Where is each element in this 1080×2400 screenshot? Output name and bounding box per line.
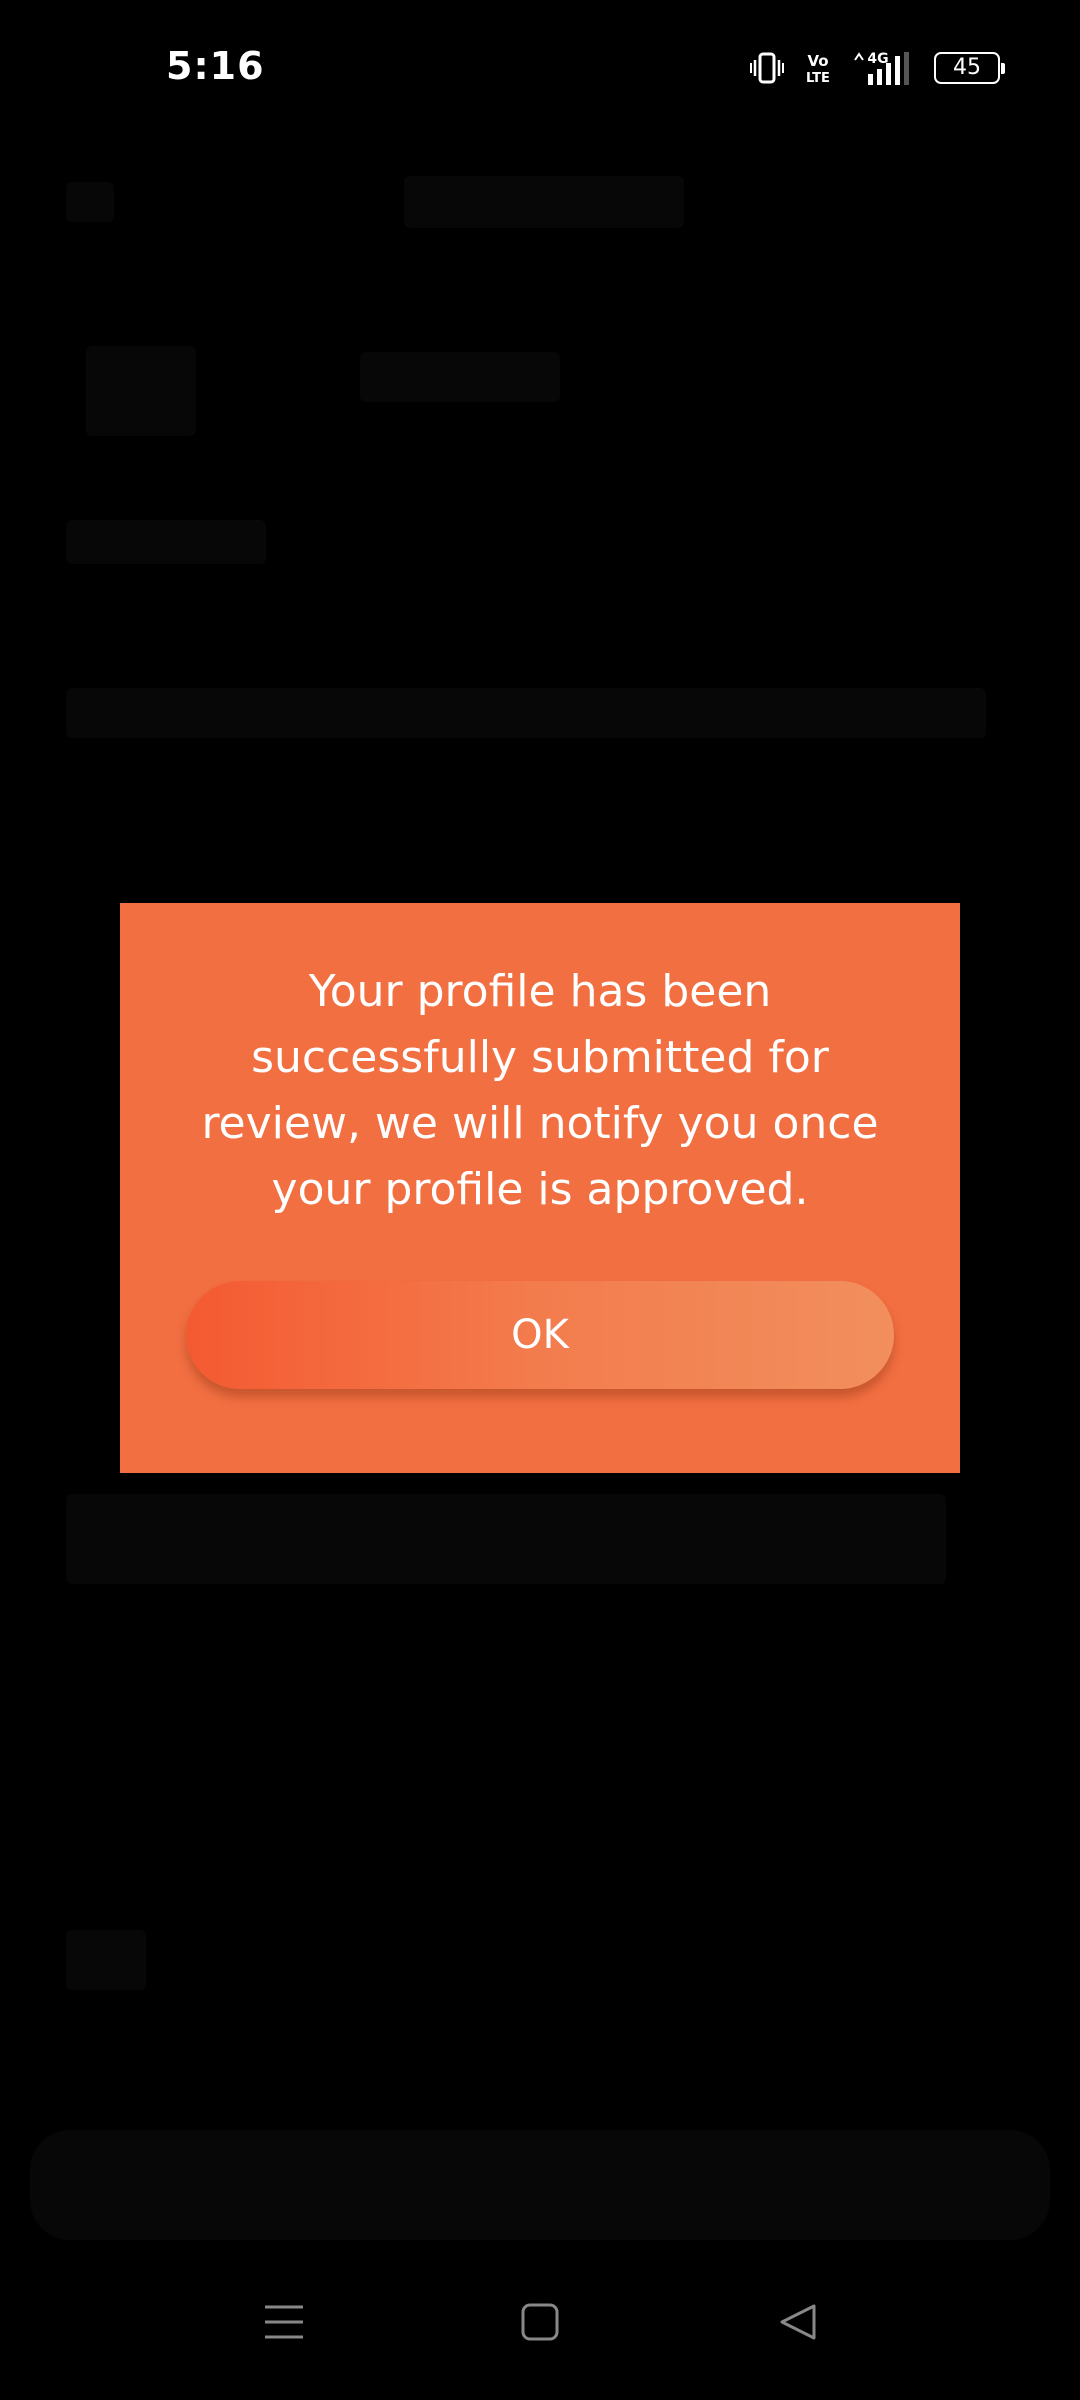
bottom-bar-ghost [30, 2130, 1050, 2240]
menu-icon[interactable] [244, 2282, 324, 2362]
profile-submitted-dialog: Your profile has been successfully submi… [120, 903, 960, 1473]
volte-lte-label: LTE [806, 71, 830, 85]
icon-ghost [66, 1930, 146, 1990]
status-icons: Vo LTE 4G 45 [750, 48, 1005, 88]
status-bar: 5:16 Vo LTE 4G 45 [0, 0, 1080, 140]
text-line-ghost-2 [66, 1510, 626, 1554]
name-ghost [360, 352, 560, 402]
volte-vo-label: Vo [807, 52, 828, 70]
dialog-message: Your profile has been successfully submi… [201, 966, 879, 1215]
avatar-ghost [86, 346, 196, 436]
network-type-label: 4G [867, 51, 888, 67]
4g-signal-icon: 4G [852, 50, 914, 86]
volte-icon: Vo LTE [804, 51, 832, 85]
section-label-ghost [66, 520, 266, 564]
battery-icon: 45 [934, 52, 1005, 84]
vibrate-icon [750, 52, 784, 84]
text-line-ghost [66, 688, 986, 738]
navigation-bar [0, 2240, 1080, 2400]
home-icon[interactable] [500, 2282, 580, 2362]
header-title-ghost [404, 176, 684, 228]
back-arrow-ghost [66, 182, 114, 222]
ok-button[interactable]: OK [186, 1281, 894, 1389]
status-time: 5:16 [166, 44, 265, 88]
back-icon[interactable] [758, 2282, 838, 2362]
screen: 5:16 Vo LTE 4G 45 Your profile has been … [0, 0, 1080, 2400]
